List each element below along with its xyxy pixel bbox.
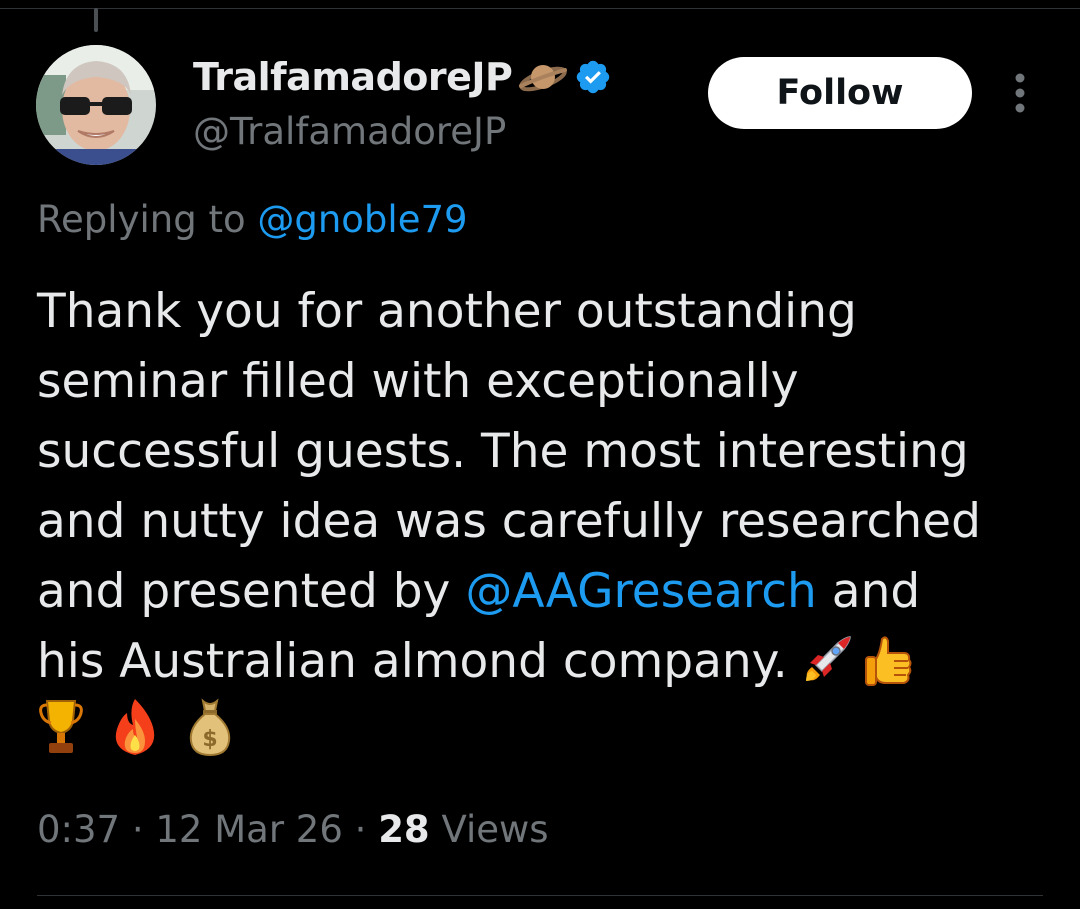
tweet-line: and nutty idea was carefully researched <box>37 494 981 549</box>
tweet-line: Thank you for another outstanding <box>37 284 857 339</box>
tweet-date[interactable]: 12 Mar 26 <box>155 808 343 851</box>
more-vertical-icon[interactable] <box>1006 70 1034 116</box>
tweet-line: his Australian almond company. <box>37 627 1047 697</box>
saturn-ringed-planet-icon <box>518 57 568 97</box>
replying-to-label: Replying to <box>37 198 258 241</box>
top-divider <box>0 8 1080 9</box>
follow-button[interactable]: Follow <box>708 57 972 129</box>
money-bag-icon: $ <box>185 697 235 777</box>
tweet-text-segment: his Australian almond company. <box>37 634 788 689</box>
tweet-time[interactable]: 0:37 <box>37 808 120 851</box>
author-display-name[interactable]: TralfamadoreJP <box>193 55 513 99</box>
meta-separator: · <box>120 808 156 851</box>
author-name-row: TralfamadoreJP <box>193 52 612 102</box>
tweet-meta: 0:37 · 12 Mar 26 · 28 Views <box>37 808 549 851</box>
bottom-divider <box>37 895 1043 896</box>
tweet-text-segment: and presented by <box>37 564 466 619</box>
views-count[interactable]: 28 <box>378 808 430 851</box>
tweet-emoji-row: $ <box>37 697 1047 777</box>
trophy-icon <box>37 697 85 777</box>
meta-separator: · <box>342 808 379 851</box>
replying-to-line: Replying to @gnoble79 <box>37 198 468 241</box>
tweet-line: and presented by @AAGresearch and <box>37 557 1047 627</box>
author-handle[interactable]: @TralfamadoreJP <box>193 110 506 153</box>
verified-badge-icon[interactable] <box>574 58 612 96</box>
thread-connector-line <box>94 8 98 32</box>
tweet-mention-link[interactable]: @AAGresearch <box>465 564 817 619</box>
tweet-body: Thank you for another outstanding semina… <box>37 277 1047 777</box>
thumbs-up-icon <box>864 633 914 709</box>
reply-mention-link[interactable]: @gnoble79 <box>257 198 467 241</box>
views-label: Views <box>429 808 549 851</box>
rocket-icon <box>798 633 854 709</box>
tweet-text-segment: and <box>816 564 921 619</box>
tweet-line: successful guests. The most interesting <box>37 424 969 479</box>
fire-icon <box>109 697 161 777</box>
avatar[interactable] <box>36 45 156 165</box>
svg-text:$: $ <box>202 727 217 752</box>
tweet-line: seminar filled with exceptionally <box>37 354 799 409</box>
